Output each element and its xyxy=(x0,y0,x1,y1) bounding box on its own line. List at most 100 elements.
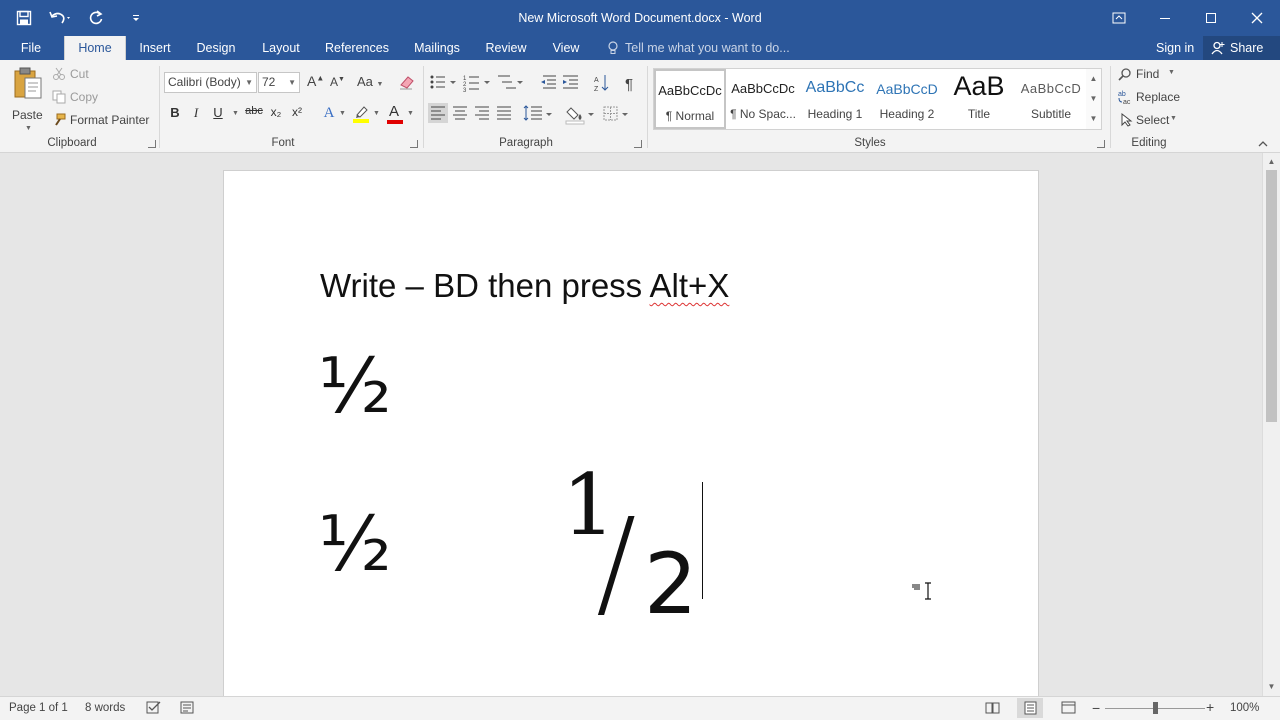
text-effects-button[interactable]: A xyxy=(320,105,338,122)
style-title[interactable]: AaB Title xyxy=(943,69,1015,129)
grow-font-button[interactable]: A▲ xyxy=(307,73,324,89)
tab-insert[interactable]: Insert xyxy=(134,36,176,60)
highlight-dropdown-icon[interactable]: ▼ xyxy=(373,110,380,117)
format-painter-button[interactable]: Format Painter xyxy=(52,112,152,130)
font-color-button[interactable]: A xyxy=(386,103,404,125)
paste-button[interactable]: Paste ▼ xyxy=(8,66,46,134)
style-no-spacing[interactable]: AaBbCcDc ¶ No Spac... xyxy=(727,69,799,129)
font-launcher-icon[interactable] xyxy=(410,140,418,148)
scroll-thumb[interactable] xyxy=(1266,170,1277,422)
replace-button[interactable]: ab ac Replace xyxy=(1118,89,1188,107)
word-count[interactable]: 8 words xyxy=(85,702,125,714)
bullets-icon[interactable] xyxy=(430,75,457,89)
chevron-down-icon[interactable]: ▼ xyxy=(1086,89,1101,109)
styles-gallery-scroll[interactable]: ▲ ▼ ▼ xyxy=(1086,68,1102,130)
clipboard-launcher-icon[interactable] xyxy=(148,140,156,148)
proofing-icon[interactable] xyxy=(146,701,162,715)
person-icon xyxy=(1211,41,1225,55)
tab-layout[interactable]: Layout xyxy=(256,36,306,60)
italic-button[interactable]: I xyxy=(187,105,205,121)
save-button[interactable] xyxy=(10,4,38,32)
vertical-scrollbar[interactable]: ▲ ▼ xyxy=(1262,153,1280,696)
chevron-up-icon[interactable]: ▲ xyxy=(1086,69,1101,89)
paragraph-launcher-icon[interactable] xyxy=(634,140,642,148)
select-button[interactable]: Select ▼ xyxy=(1118,112,1188,130)
tab-view[interactable]: View xyxy=(546,36,586,60)
strikethrough-button[interactable]: abc xyxy=(244,105,264,117)
minimize-button[interactable] xyxy=(1142,0,1188,36)
styles-gallery: AaBbCcDc ¶ Normal AaBbCcDc ¶ No Spac... … xyxy=(653,68,1101,130)
font-name-field[interactable]: Calibri (Body) ▼ xyxy=(164,72,257,93)
read-mode-icon[interactable] xyxy=(985,701,1001,715)
more-styles-icon[interactable]: ▼ xyxy=(1086,109,1101,129)
paste-dropdown-icon: ▼ xyxy=(25,125,32,132)
sort-icon[interactable]: AZ xyxy=(594,75,609,93)
chevron-down-icon: ▼ xyxy=(288,78,296,87)
shading-icon[interactable] xyxy=(565,107,594,125)
ribbon-display-options-button[interactable] xyxy=(1096,0,1142,36)
tab-mailings[interactable]: Mailings xyxy=(408,36,466,60)
style-subtitle[interactable]: AaBbCcD Subtitle xyxy=(1015,69,1087,129)
style-normal[interactable]: AaBbCcDc ¶ Normal xyxy=(654,69,726,129)
align-center-icon[interactable] xyxy=(453,106,467,120)
print-layout-icon[interactable] xyxy=(1023,701,1039,715)
superscript-button[interactable]: x² xyxy=(288,105,306,119)
document-page[interactable]: Write – BD then press Alt+X ½ ½ 1 / 2 xyxy=(223,170,1039,696)
subscript-button[interactable]: x₂ xyxy=(267,105,285,119)
tab-review[interactable]: Review xyxy=(481,36,531,60)
copy-button[interactable]: Copy xyxy=(52,89,112,107)
tab-design[interactable]: Design xyxy=(191,36,241,60)
collapse-ribbon-button[interactable] xyxy=(1257,138,1269,148)
bold-button[interactable]: B xyxy=(166,105,184,120)
undo-button[interactable] xyxy=(42,4,78,32)
underline-button[interactable]: U xyxy=(209,105,227,120)
styles-launcher-icon[interactable] xyxy=(1097,140,1105,148)
paste-icon xyxy=(14,67,42,99)
share-button[interactable]: Share xyxy=(1203,36,1280,60)
web-layout-icon[interactable] xyxy=(1061,701,1077,715)
tab-references[interactable]: References xyxy=(321,36,393,60)
macro-recording-icon[interactable] xyxy=(180,701,196,715)
font-group-label: Font xyxy=(271,137,295,149)
scroll-up-icon[interactable]: ▲ xyxy=(1263,155,1280,169)
font-color-dropdown-icon[interactable]: ▼ xyxy=(407,110,414,117)
multilevel-list-icon[interactable] xyxy=(498,75,523,89)
change-case-button[interactable]: Aa ▼ xyxy=(357,74,383,89)
zoom-out-icon[interactable]: − xyxy=(1092,700,1100,716)
text-effects-dropdown-icon[interactable]: ▼ xyxy=(339,110,346,117)
borders-icon[interactable] xyxy=(603,106,628,121)
redo-button[interactable] xyxy=(82,4,110,32)
svg-text:3: 3 xyxy=(463,88,467,94)
align-right-icon[interactable] xyxy=(475,106,489,120)
find-button[interactable]: Find ▼ xyxy=(1118,66,1188,84)
minimize-icon xyxy=(1160,18,1170,19)
zoom-slider-thumb[interactable] xyxy=(1153,702,1158,714)
sign-in-link[interactable]: Sign in xyxy=(1156,36,1194,60)
justify-icon[interactable] xyxy=(497,106,511,120)
show-formatting-marks-icon[interactable]: ¶ xyxy=(625,76,633,93)
font-size-field[interactable]: 72 ▼ xyxy=(258,72,300,93)
style-heading-2[interactable]: AaBbCcD Heading 2 xyxy=(871,69,943,129)
customize-qat-button[interactable] xyxy=(122,4,150,32)
maximize-button[interactable] xyxy=(1188,0,1234,36)
fraction-slash: / xyxy=(596,494,636,616)
shrink-font-button[interactable]: A▼ xyxy=(330,75,345,89)
close-button[interactable] xyxy=(1234,0,1280,36)
tab-home[interactable]: Home xyxy=(64,36,126,60)
style-heading-1[interactable]: AaBbCc Heading 1 xyxy=(799,69,871,129)
increase-indent-icon[interactable] xyxy=(563,75,578,89)
zoom-level[interactable]: 100% xyxy=(1230,702,1259,714)
tell-me-box[interactable]: Tell me what you want to do... xyxy=(607,36,790,60)
scroll-down-icon[interactable]: ▼ xyxy=(1263,680,1280,694)
highlight-button[interactable] xyxy=(352,104,370,124)
clear-formatting-button[interactable] xyxy=(398,73,416,91)
zoom-in-icon[interactable]: + xyxy=(1206,699,1214,715)
cut-button[interactable]: Cut xyxy=(52,66,112,84)
tab-file[interactable]: File xyxy=(10,36,52,60)
line-spacing-icon[interactable] xyxy=(523,105,552,121)
numbering-icon[interactable]: 123 xyxy=(463,76,490,94)
underline-dropdown-icon[interactable]: ▼ xyxy=(232,110,239,117)
page-count[interactable]: Page 1 of 1 xyxy=(9,702,68,714)
instruction-keys: Alt+X xyxy=(649,267,730,304)
decrease-indent-icon[interactable] xyxy=(541,75,556,89)
